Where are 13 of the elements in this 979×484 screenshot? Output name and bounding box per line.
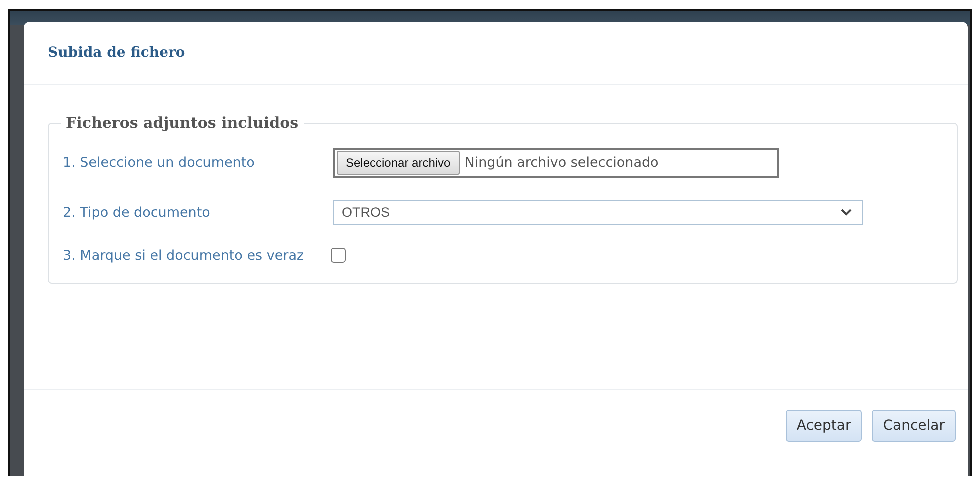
field-label: 2. Tipo de documento <box>63 204 212 220</box>
dialog-button[interactable]: Aceptar <box>786 410 862 442</box>
dialog-title: Subida de fichero <box>48 45 186 61</box>
file-input[interactable]: Seleccionar archivo Ningún archivo seleccionado <box>333 148 779 178</box>
fieldset-legend: Ficheros adjuntos incluidos <box>61 114 304 132</box>
dialog-button[interactable]: Cancelar <box>872 410 956 442</box>
field-label: 1. Seleccione un documento <box>63 155 256 171</box>
file-status-text: Ningún archivo seleccionado <box>464 155 659 171</box>
checkbox[interactable] <box>331 248 346 263</box>
chevron-down-icon <box>841 209 852 216</box>
document-type-dropdown[interactable]: OTROS <box>333 200 863 225</box>
field-label: 3. Marque si el documento es veraz <box>63 247 306 265</box>
choose-file-button[interactable]: Seleccionar archivo <box>337 151 460 175</box>
